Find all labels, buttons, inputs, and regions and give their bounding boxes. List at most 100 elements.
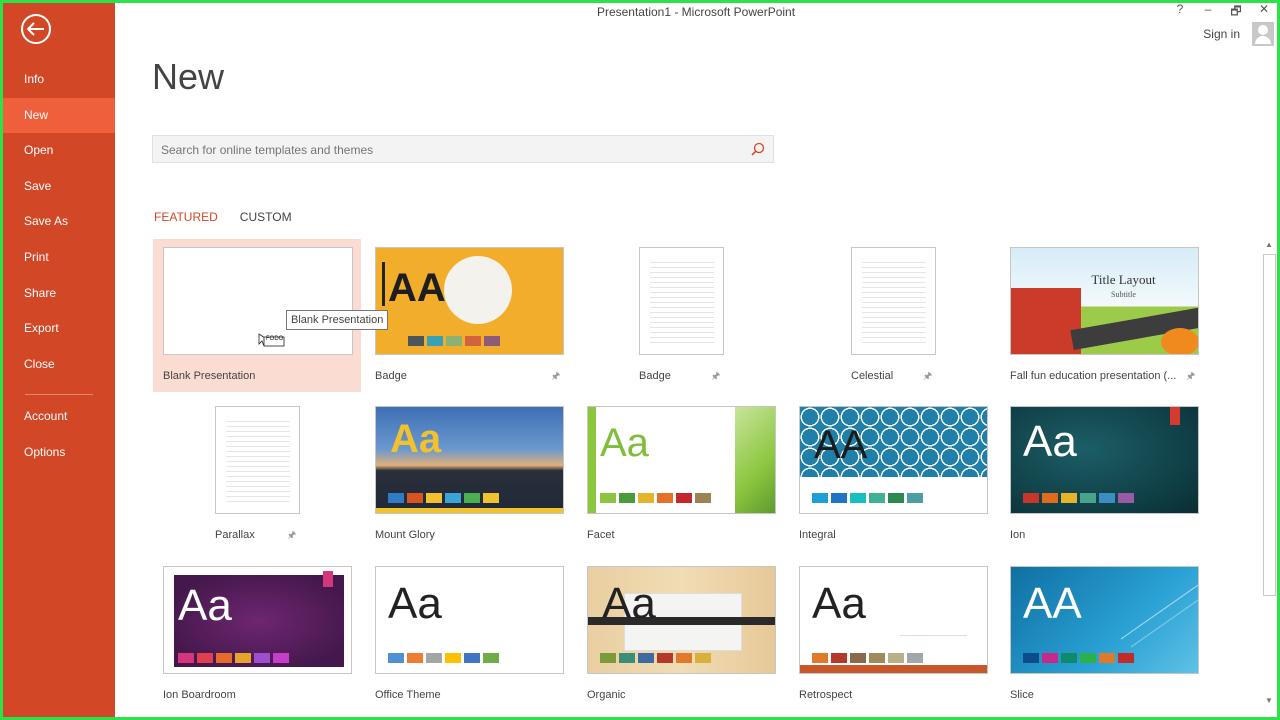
template-tabs: FEATURED CUSTOM — [154, 210, 292, 224]
tooltip: Blank Presentation — [286, 310, 389, 330]
template-thumbnail[interactable]: Aa — [587, 566, 776, 674]
badge-circle — [444, 256, 512, 324]
doc-lines — [226, 417, 290, 502]
thumb-sample-text: Aa — [1023, 417, 1077, 466]
nav-options[interactable]: Options — [3, 435, 115, 471]
nav-new[interactable]: New — [3, 97, 115, 134]
template-label: Celestial — [851, 370, 894, 382]
template-thumbnail[interactable]: Aa — [375, 406, 564, 514]
vertical-scrollbar[interactable]: ▲ ▼ — [1262, 238, 1276, 708]
template-thumbnail[interactable] — [215, 406, 300, 514]
template-organic[interactable]: Aa Organic — [587, 566, 787, 716]
template-badge-doc[interactable]: Badge 🖈 — [639, 247, 839, 397]
nav-print[interactable]: Print — [3, 240, 115, 276]
window-title: Presentation1 - Microsoft PowerPoint — [596, 5, 796, 19]
template-label: Facet — [587, 529, 615, 541]
nav-divider — [25, 394, 93, 396]
nav-export[interactable]: Export — [3, 311, 115, 347]
search-icon[interactable] — [751, 142, 765, 161]
template-label: Fall fun education presentation (... — [1010, 370, 1177, 382]
pumpkin-image — [1161, 328, 1198, 354]
template-parallax[interactable]: Parallax 🖈 — [163, 406, 363, 556]
template-ion[interactable]: Aa Ion — [1010, 406, 1210, 556]
pin-icon[interactable]: 🖈 — [287, 528, 296, 545]
color-swatches — [388, 493, 499, 503]
template-label: Blank Presentation — [163, 370, 256, 382]
doc-lines — [862, 258, 926, 343]
thumb-sample-text: AA — [388, 266, 446, 310]
tab-custom[interactable]: CUSTOM — [240, 210, 292, 224]
pin-icon[interactable]: 🖈 — [1186, 369, 1195, 386]
cursor-badge-text: FODO — [266, 336, 284, 342]
scroll-up-icon[interactable]: ▲ — [1262, 238, 1276, 252]
facet-shape — [735, 407, 775, 513]
template-ion-boardroom[interactable]: Aa Ion Boardroom — [163, 566, 363, 716]
nav-save-as[interactable]: Save As — [3, 204, 115, 240]
search-input[interactable] — [159, 140, 743, 160]
template-label: Organic — [587, 689, 626, 701]
template-thumbnail[interactable]: Aa — [1010, 406, 1199, 514]
pin-icon[interactable]: 🖈 — [711, 369, 720, 386]
scroll-thumb[interactable] — [1263, 254, 1276, 596]
template-label: Badge — [375, 370, 407, 382]
template-thumbnail[interactable]: AA — [799, 406, 988, 514]
thumb-sample-text: Aa — [600, 421, 649, 465]
color-swatches — [388, 653, 499, 663]
drag-cursor-icon: FODO — [258, 333, 288, 354]
color-swatches — [812, 653, 923, 663]
pin-icon[interactable]: 🖈 — [551, 369, 560, 386]
template-facet[interactable]: Aa Facet — [587, 406, 787, 556]
scroll-down-icon[interactable]: ▼ — [1262, 694, 1276, 708]
bottom-bar — [376, 508, 563, 513]
color-swatches — [408, 336, 500, 346]
pin-icon[interactable]: 🖈 — [923, 369, 932, 386]
thumb-sample-text: Aa — [390, 417, 442, 461]
bottom-bar — [800, 665, 987, 673]
template-slice[interactable]: AA Slice — [1010, 566, 1210, 716]
nav-account[interactable]: Account — [3, 399, 115, 435]
sign-in-link[interactable]: Sign in — [1203, 27, 1240, 41]
template-thumbnail[interactable]: AA — [1010, 566, 1199, 674]
retrospect-rule — [900, 635, 967, 636]
doc-lines — [650, 258, 714, 343]
template-thumbnail[interactable]: Aa — [799, 566, 988, 674]
template-label: Ion Boardroom — [163, 689, 236, 701]
slice-line — [1130, 583, 1198, 648]
template-thumbnail[interactable]: Aa — [587, 406, 776, 514]
template-thumbnail[interactable] — [639, 247, 724, 355]
user-avatar-icon[interactable] — [1252, 22, 1274, 46]
minimize-icon[interactable]: – — [1201, 2, 1215, 23]
template-fall-fun[interactable]: Title Layout Subtitle Fall fun education… — [1010, 247, 1210, 397]
help-icon[interactable]: ? — [1173, 2, 1187, 23]
close-icon[interactable]: ✕ — [1257, 2, 1271, 23]
template-badge-orange[interactable]: AA Badge 🖈 — [375, 247, 575, 397]
template-thumbnail[interactable]: AA — [375, 247, 564, 355]
nav-info[interactable]: Info — [3, 62, 115, 98]
thumb-sample-text: Aa — [388, 579, 442, 628]
template-integral[interactable]: AA Integral — [799, 406, 999, 556]
nav-close[interactable]: Close — [3, 347, 115, 383]
facet-stripe — [588, 407, 596, 513]
template-thumbnail[interactable]: Aa — [375, 566, 564, 674]
template-label: Badge — [639, 370, 671, 382]
title-bar: Presentation1 - Microsoft PowerPoint ? –… — [115, 0, 1277, 24]
template-retrospect[interactable]: Aa Retrospect — [799, 566, 999, 716]
boardroom-tab — [323, 571, 333, 587]
template-office-theme[interactable]: Aa Office Theme — [375, 566, 575, 716]
thumb-sample-text: AA — [814, 423, 868, 467]
tab-featured[interactable]: FEATURED — [154, 210, 218, 224]
template-thumbnail[interactable]: Title Layout Subtitle — [1010, 247, 1199, 355]
back-arrow-icon[interactable] — [21, 14, 51, 44]
nav-save[interactable]: Save — [3, 169, 115, 205]
template-label: Integral — [799, 529, 836, 541]
template-label: Retrospect — [799, 689, 853, 701]
restore-icon[interactable]: 🗗 — [1229, 2, 1243, 23]
template-search — [152, 135, 774, 163]
template-thumbnail[interactable]: Aa — [163, 566, 352, 674]
template-mount-glory[interactable]: Aa Mount Glory — [375, 406, 575, 556]
ion-tab — [1170, 407, 1180, 425]
thumb-subtitle: Subtitle — [1111, 290, 1136, 299]
nav-open[interactable]: Open — [3, 133, 115, 169]
nav-share[interactable]: Share — [3, 276, 115, 312]
template-thumbnail[interactable] — [851, 247, 936, 355]
